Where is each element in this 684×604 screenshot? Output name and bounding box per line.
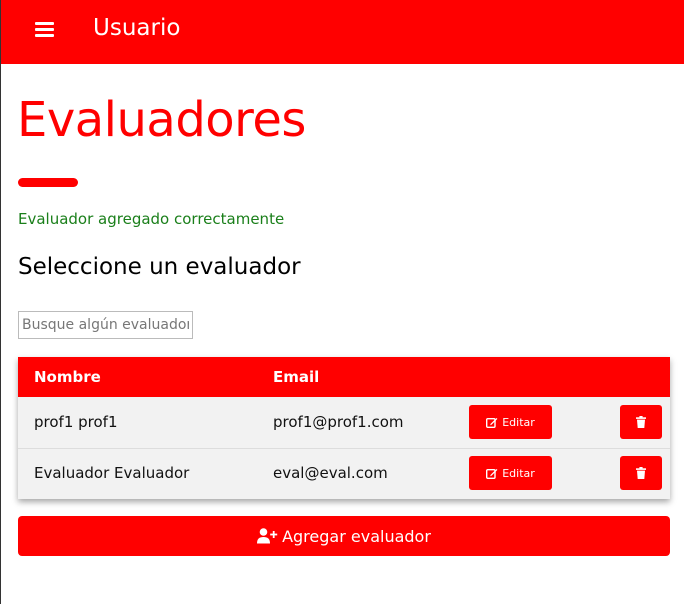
page-title: Evaluadores [17,92,306,148]
edit-button[interactable]: Editar [469,456,552,490]
evaluator-name: prof1 prof1 [34,413,118,431]
search-input[interactable] [18,311,193,339]
column-header-email: Email [273,368,320,386]
edit-icon [486,468,498,479]
edit-button-label: Editar [502,415,535,429]
success-message: Evaluador agregado correctamente [18,210,285,228]
evaluators-table: Nombre Email prof1 prof1 prof1@prof1.com… [18,357,670,499]
edit-button[interactable]: Editar [469,405,552,439]
table-header: Nombre Email [18,357,670,397]
title-underline-decoration [18,178,78,187]
evaluator-email: eval@eval.com [273,464,388,482]
evaluator-email: prof1@prof1.com [273,413,404,431]
hamburger-menu-icon[interactable] [35,22,54,38]
top-app-bar: Usuario [1,0,684,64]
add-evaluator-label: Agregar evaluador [282,526,431,546]
trash-icon [636,416,646,428]
delete-button[interactable] [620,405,662,439]
add-evaluator-button[interactable]: Agregar evaluador [18,516,670,556]
table-row: Evaluador Evaluador eval@eval.com Editar [18,448,670,499]
trash-icon [636,467,646,479]
section-heading: Seleccione un evaluador [18,254,301,280]
edit-icon [486,417,498,428]
delete-button[interactable] [620,456,662,490]
user-plus-icon [257,528,278,544]
edit-button-label: Editar [502,466,535,480]
app-title: Usuario [93,15,181,41]
evaluator-name: Evaluador Evaluador [34,464,190,482]
table-row: prof1 prof1 prof1@prof1.com Editar [18,397,670,449]
column-header-name: Nombre [34,368,101,386]
